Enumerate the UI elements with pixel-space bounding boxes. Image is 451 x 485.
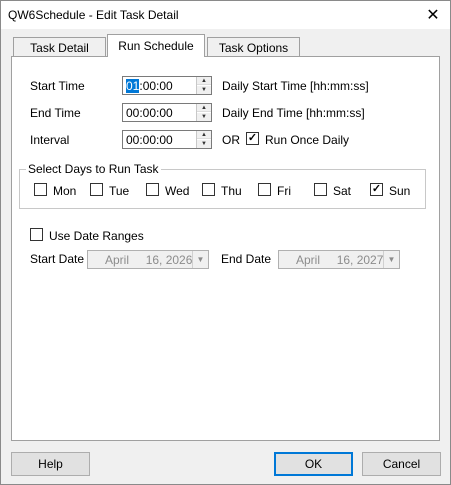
thu-checkbox[interactable] [202,183,215,196]
fri-label: Fri [277,184,291,198]
wed-label: Wed [165,184,190,198]
mon-label: Mon [53,184,77,198]
spin-down-icon[interactable]: ▼ [197,113,211,121]
start-time-rest: :00:00 [139,79,173,93]
run-once-label: Run Once Daily [265,133,350,147]
dialog-window: QW6Schedule - Edit Task Detail ✕ Task De… [0,0,451,485]
title-bar: QW6Schedule - Edit Task Detail ✕ [1,1,450,29]
use-date-ranges-checkbox[interactable] [30,228,43,241]
spin-up-icon[interactable]: ▲ [197,131,211,139]
or-label: OR [222,133,240,147]
sat-checkbox[interactable] [314,183,327,196]
spin-up-icon[interactable]: ▲ [197,104,211,112]
ok-button[interactable]: OK [274,452,353,476]
cancel-button[interactable]: Cancel [362,452,441,476]
wed-checkbox[interactable] [146,183,159,196]
sun-label: Sun [389,184,411,198]
tab-task-detail[interactable]: Task Detail [13,37,106,57]
days-legend: Select Days to Run Task [26,162,161,176]
run-once-checkbox[interactable]: ✓ [246,132,259,145]
use-date-ranges-label: Use Date Ranges [49,229,144,243]
end-date-month: April [296,253,321,267]
end-date-day: 16, 2027 [336,253,384,267]
spin-down-icon[interactable]: ▼ [197,140,211,148]
close-icon[interactable]: ✕ [422,4,444,26]
tue-checkbox[interactable] [90,183,103,196]
tab-run-schedule[interactable]: Run Schedule [107,34,205,57]
chevron-down-icon[interactable]: ▼ [192,251,208,268]
start-date-day: 16, 2026 [145,253,193,267]
end-time-value: 00:00:00 [126,106,173,120]
interval-value: 00:00:00 [126,133,173,147]
end-date-picker[interactable]: April 16, 2027 ▼ [278,250,400,269]
fri-checkbox[interactable] [258,183,271,196]
end-date-label: End Date [221,252,272,266]
mon-checkbox[interactable] [34,183,47,196]
end-time-input[interactable]: 00:00:00 ▲ ▼ [122,103,212,122]
tue-label: Tue [109,184,130,198]
start-time-label: Start Time [30,79,85,93]
start-time-hint: Daily Start Time [hh:mm:ss] [222,79,369,93]
thu-label: Thu [221,184,242,198]
start-time-input[interactable]: 01:00:00 ▲ ▼ [122,76,212,95]
end-time-label: End Time [30,106,81,120]
help-button[interactable]: Help [11,452,90,476]
spin-up-icon[interactable]: ▲ [197,77,211,85]
start-time-hours: 01 [126,79,140,93]
start-date-picker[interactable]: April 16, 2026 ▼ [87,250,209,269]
window-title: QW6Schedule - Edit Task Detail [8,8,179,22]
interval-input[interactable]: 00:00:00 ▲ ▼ [122,130,212,149]
end-time-hint: Daily End Time [hh:mm:ss] [222,106,365,120]
tab-task-options[interactable]: Task Options [207,37,300,57]
start-date-label: Start Date [30,252,85,266]
interval-label: Interval [30,133,70,147]
spin-down-icon[interactable]: ▼ [197,86,211,94]
sun-checkbox[interactable]: ✓ [370,183,383,196]
start-date-month: April [105,253,130,267]
chevron-down-icon[interactable]: ▼ [383,251,399,268]
sat-label: Sat [333,184,352,198]
